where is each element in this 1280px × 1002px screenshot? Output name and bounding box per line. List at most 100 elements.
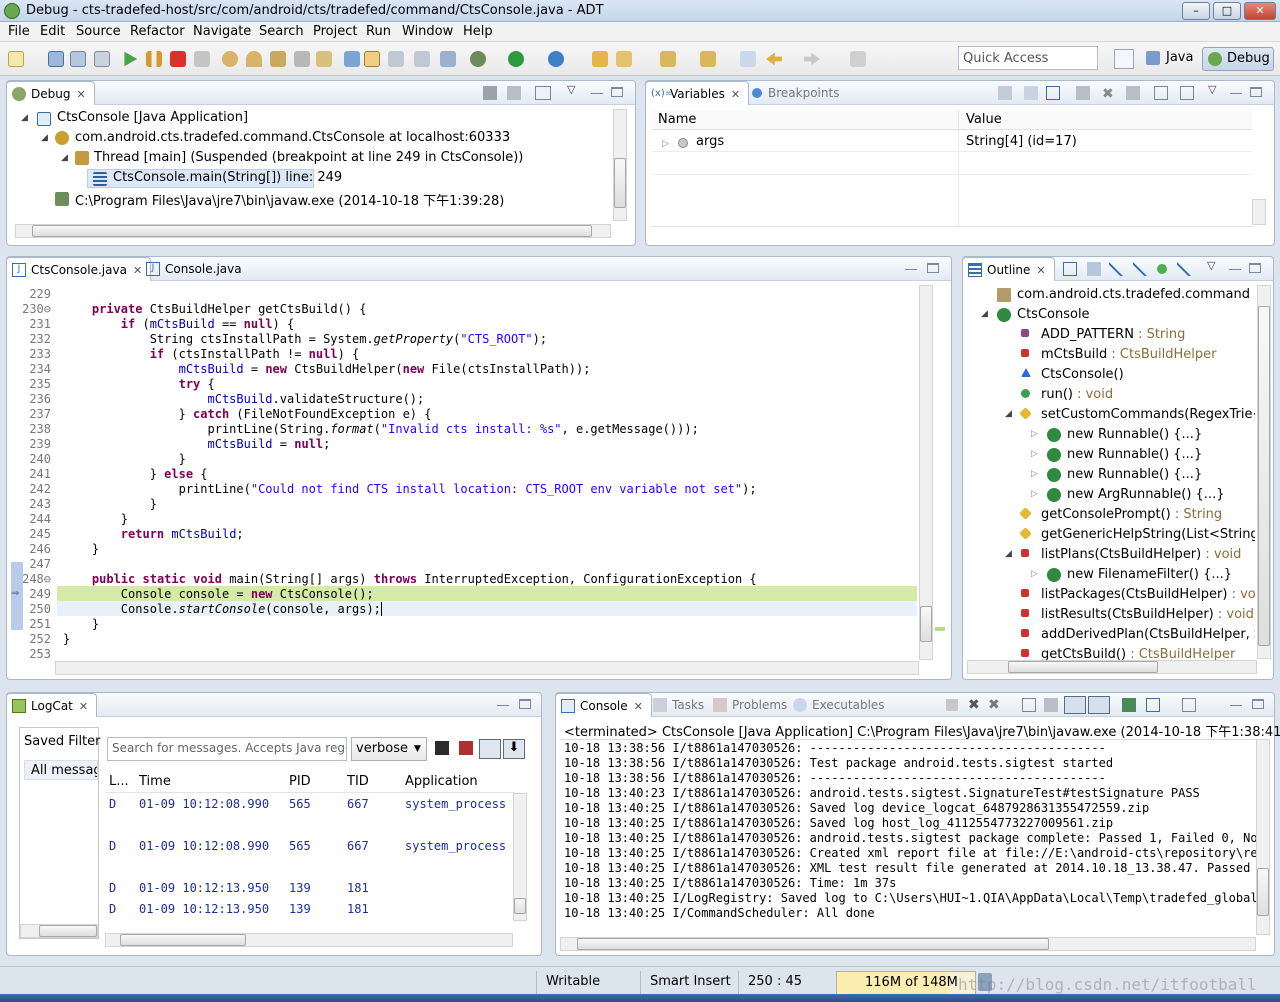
variables-vscrollbar[interactable] xyxy=(1252,199,1266,225)
close-tab-icon[interactable]: ✕ xyxy=(634,700,643,713)
console-output[interactable]: 10-18 13:38:56 I/t8861a147030526: ------… xyxy=(560,739,1256,935)
expand-arrow-icon[interactable]: ◢ xyxy=(1005,549,1012,559)
tab-problems[interactable]: Problems xyxy=(708,693,795,717)
outline-item[interactable]: getConsolePrompt() : String xyxy=(963,505,1255,525)
new-watch-icon[interactable] xyxy=(1154,86,1168,100)
code-line[interactable]: } xyxy=(63,617,99,631)
log-level-select[interactable]: verbose ▼ xyxy=(351,737,427,761)
outline-item[interactable]: ADD_PATTERN : String xyxy=(963,325,1255,345)
tab-variables[interactable]: (x)= Variables ✕ xyxy=(645,81,750,105)
toggle-mark-occurrences-icon[interactable] xyxy=(364,51,380,67)
expand-arrow-icon[interactable]: ▷ xyxy=(1031,429,1038,439)
expand-arrow-icon[interactable]: ▷ xyxy=(1031,469,1038,479)
open-icon[interactable] xyxy=(1180,86,1194,100)
outline-vscrollbar[interactable] xyxy=(1257,285,1271,659)
code-line[interactable]: return mCtsBuild; xyxy=(63,527,244,541)
maximize-view-icon[interactable] xyxy=(519,699,531,709)
debug-item-thread[interactable]: Thread [main] (Suspended (breakpoint at … xyxy=(94,150,523,165)
variable-name[interactable]: args xyxy=(696,134,724,149)
close-tab-icon[interactable]: ✕ xyxy=(76,88,85,101)
maximize-button[interactable]: □ xyxy=(1213,2,1241,20)
logcat-search-input[interactable]: Search for messages. Accepts Java rege xyxy=(107,737,347,761)
insert-mode-status[interactable]: Smart Insert xyxy=(650,974,731,989)
editor-hscrollbar[interactable] xyxy=(55,661,919,675)
show-on-stderr-icon[interactable] xyxy=(1088,696,1110,714)
expand-arrow-icon[interactable]: ◢ xyxy=(981,309,988,319)
outline-item[interactable]: getGenericHelpString(List<String>) xyxy=(963,525,1255,545)
sort-icon[interactable] xyxy=(1087,262,1101,276)
editor-vscrollbar[interactable] xyxy=(919,285,933,660)
code-line[interactable]: Console console = new CtsConsole(); xyxy=(63,587,374,601)
code-line[interactable]: Console.startConsole(console, args); xyxy=(63,602,382,616)
tab-console[interactable]: Console ✕ xyxy=(555,693,652,717)
all-messages-filter[interactable]: All messag xyxy=(24,760,98,780)
value-column-header[interactable]: Value xyxy=(966,112,1002,127)
collapse-all-icon[interactable] xyxy=(1063,262,1077,276)
outline-item[interactable]: ▷ new FilenameFilter() {...} xyxy=(963,565,1255,585)
new-icon[interactable] xyxy=(8,51,24,67)
toggle-filters-icon[interactable] xyxy=(479,739,501,759)
step-return-icon[interactable] xyxy=(270,51,286,67)
expand-arrow-icon[interactable]: ▷ xyxy=(1031,449,1038,459)
outline-item[interactable]: CtsConsole() xyxy=(963,365,1255,385)
minimize-view-icon[interactable] xyxy=(591,93,603,103)
maximize-view-icon[interactable] xyxy=(1250,87,1262,97)
close-button[interactable]: ✕ xyxy=(1244,2,1276,20)
step-into-icon[interactable] xyxy=(222,51,238,67)
logcat-vscrollbar[interactable] xyxy=(513,793,527,921)
show-on-stdout-icon[interactable] xyxy=(1064,696,1086,714)
minimize-view-icon[interactable] xyxy=(1229,269,1241,279)
logcat-row[interactable]: D 01-09 10:12:08.990 565 667 system_process xyxy=(105,839,513,855)
outline-item[interactable]: ▷ new Runnable() {...} xyxy=(963,445,1255,465)
last-edit-location-icon[interactable] xyxy=(740,51,756,67)
quick-access-input[interactable]: Quick Access xyxy=(958,46,1098,70)
code-line[interactable]: } xyxy=(63,512,128,526)
minimize-editor-icon[interactable] xyxy=(905,269,917,279)
code-line[interactable]: String ctsInstallPath = System.getProper… xyxy=(63,332,547,346)
expand-icon[interactable] xyxy=(535,86,551,100)
external-tools-icon[interactable] xyxy=(548,51,564,67)
menu-window[interactable]: Window xyxy=(402,24,453,39)
terminate-icon[interactable] xyxy=(170,51,186,67)
debug-item-process[interactable]: C:\Program Files\Java\jre7\bin\javaw.exe… xyxy=(75,190,504,209)
scroll-lock-icon[interactable]: ⬇ xyxy=(503,739,525,759)
hide-static-icon[interactable] xyxy=(1133,262,1147,276)
previous-annotation-icon[interactable] xyxy=(700,51,716,67)
outline-item[interactable]: ▷ new ArgRunnable() {...} xyxy=(963,485,1255,505)
use-step-filters-icon[interactable] xyxy=(316,51,332,67)
outline-item[interactable]: mCtsBuild : CtsBuildHelper xyxy=(963,345,1255,365)
clear-console-icon[interactable] xyxy=(1022,698,1036,712)
open-task-icon[interactable] xyxy=(616,51,632,67)
hide-non-public-icon[interactable] xyxy=(1157,264,1167,274)
code-line[interactable]: if (mCtsBuild == null) { xyxy=(63,317,294,331)
level-column-header[interactable]: L... xyxy=(109,774,129,789)
terminate-icon[interactable] xyxy=(946,699,958,711)
code-line[interactable]: mCtsBuild = null; xyxy=(63,437,331,451)
outline-item[interactable]: ▷ new Runnable() {...} xyxy=(963,465,1255,485)
code-line[interactable]: printLine(String.format("Invalid cts ins… xyxy=(63,422,698,436)
tab-outline[interactable]: Outline ✕ xyxy=(962,257,1055,281)
tab-logcat[interactable]: LogCat ✕ xyxy=(6,693,98,717)
remove-all-icon[interactable] xyxy=(507,86,521,100)
maximize-editor-icon[interactable] xyxy=(927,263,939,273)
outline-item[interactable]: ◢ listPlans(CtsBuildHelper) : void xyxy=(963,545,1255,565)
variable-value[interactable]: String[4] (id=17) xyxy=(966,134,1077,149)
menu-edit[interactable]: Edit xyxy=(40,24,65,39)
outline-item[interactable]: ◢ setCustomCommands(RegexTrie<F xyxy=(963,405,1255,425)
remove-launch-icon[interactable]: ✖ xyxy=(968,697,980,713)
scroll-lock-icon[interactable] xyxy=(1044,698,1058,712)
step-over-icon[interactable] xyxy=(246,51,262,67)
close-tab-icon[interactable]: ✕ xyxy=(79,700,88,713)
debug-item-frame[interactable]: CtsConsole.main(String[]) line: 249 xyxy=(113,170,342,185)
logcat-hscrollbar[interactable] xyxy=(105,933,513,947)
open-perspective-button[interactable] xyxy=(1114,49,1134,69)
save-all-icon[interactable] xyxy=(70,51,86,67)
close-tab-icon[interactable]: ✕ xyxy=(1036,264,1045,277)
code-line[interactable]: } xyxy=(63,497,157,511)
debug-view-vscrollbar[interactable] xyxy=(613,109,627,221)
code-editor[interactable]: 229 230⊖ private CtsBuildHelper getCtsBu… xyxy=(7,285,917,665)
tab-breakpoints[interactable]: Breakpoints xyxy=(744,81,847,105)
expand-arrow-icon[interactable]: ▷ xyxy=(662,139,669,149)
code-line[interactable]: } xyxy=(63,542,99,556)
logcat-row[interactable]: D 01-09 10:12:13.950 139 181 xyxy=(105,881,513,897)
